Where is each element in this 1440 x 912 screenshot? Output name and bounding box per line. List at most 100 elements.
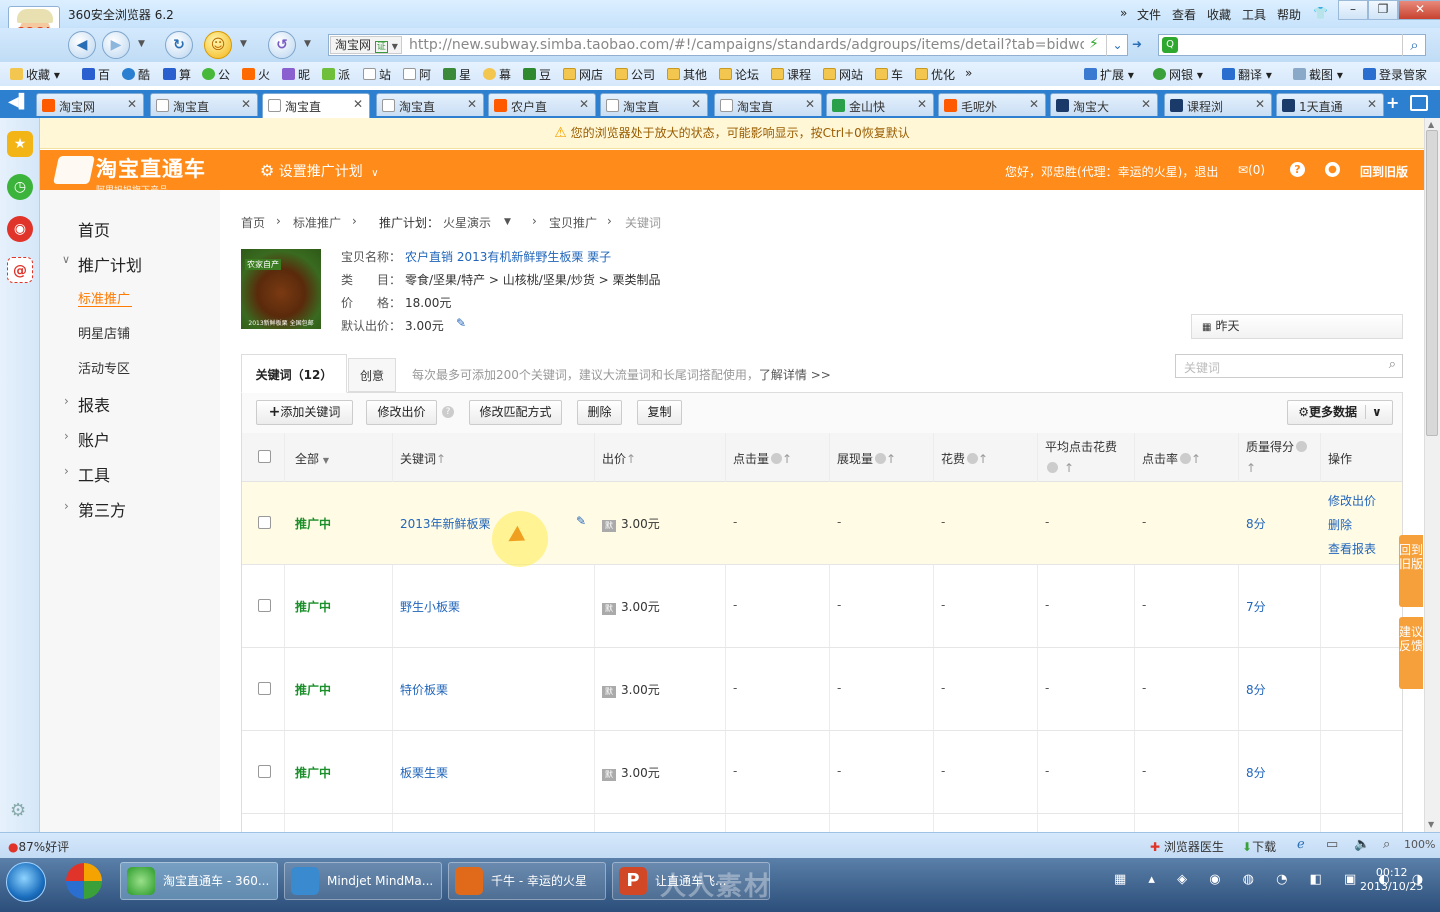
breadcrumb-standard[interactable]: 标准推广 — [293, 214, 341, 231]
tab-2[interactable]: 淘宝直 ✕ — [262, 93, 370, 118]
menu-file[interactable]: 文件 — [1137, 6, 1161, 23]
bookmark-a[interactable]: 阿 — [403, 66, 431, 83]
header-quality[interactable]: 质量得分 — [1246, 438, 1308, 455]
nav-activity[interactable]: 活动专区 — [78, 358, 130, 377]
pinned-app-icon[interactable] — [66, 863, 102, 899]
search-icon[interactable]: ⌕ — [1402, 34, 1426, 56]
favorites-star-icon[interactable]: ★ — [7, 131, 33, 157]
row-checkbox[interactable] — [258, 682, 271, 695]
tab-keywords[interactable]: 关键词（12） — [241, 354, 347, 393]
modify-match-button[interactable]: 修改匹配方式 — [469, 400, 562, 425]
ie-icon[interactable]: ℯ — [1297, 837, 1305, 852]
nav-star-shop[interactable]: 明星店铺 — [78, 323, 130, 342]
nav-standard[interactable]: 标准推广 — [78, 288, 130, 307]
sort-icon[interactable]: ↑ — [1246, 461, 1256, 475]
tab-close-icon[interactable]: ✕ — [127, 97, 137, 111]
sort-icon[interactable]: ↑ — [1064, 461, 1074, 475]
header-impressions[interactable]: 展现量 ↑ — [837, 450, 896, 467]
browser-search-input[interactable] — [1158, 34, 1426, 56]
row-modify-bid-link[interactable]: 修改出价 — [1328, 492, 1376, 509]
user-greeting[interactable]: 您好，邓忠胜(代理：幸运的火星)，退出 — [1005, 163, 1218, 180]
bookmark-favorites[interactable]: 收藏 ▾ — [10, 66, 60, 83]
screenshot-button[interactable]: 截图 ▾ — [1293, 66, 1343, 83]
bookmark-ku[interactable]: 酷 — [122, 66, 150, 83]
tab-close-icon[interactable]: ✕ — [1141, 97, 1151, 111]
menu-view[interactable]: 查看 — [1172, 6, 1196, 23]
row-quality-score[interactable]: 8分 — [1246, 764, 1266, 781]
edit-pencil-icon[interactable]: ✎ — [456, 316, 466, 330]
refresh-icon[interactable]: ↻ — [165, 31, 193, 59]
download-button[interactable]: ⬇下载 — [1242, 838, 1276, 855]
bookmark-mu[interactable]: 幕 — [483, 66, 511, 83]
zoom-icon[interactable]: ⌕ — [1383, 837, 1390, 852]
url-history-dropdown-icon[interactable]: ⌄ — [1106, 34, 1128, 56]
new-tab-icon[interactable]: + — [1386, 93, 1399, 112]
tab-close-icon[interactable]: ✕ — [691, 97, 701, 111]
row-checkbox[interactable] — [258, 765, 271, 778]
tab-10[interactable]: 课程浏 ✕ — [1164, 93, 1272, 116]
restore-button[interactable]: ❐ — [1368, 0, 1398, 20]
header-clicks[interactable]: 点击量 ↑ — [733, 450, 792, 467]
tab-close-icon[interactable]: ✕ — [1255, 97, 1265, 111]
header-avg-cpc[interactable]: 平均点击花费 — [1045, 438, 1117, 455]
bookmark-folder-luntan[interactable]: 论坛 — [719, 66, 759, 83]
task-qianniu[interactable]: 千牛 - 幸运的火星 — [448, 862, 606, 900]
login-manager-button[interactable]: 登录管家 — [1363, 66, 1427, 83]
undo-close-icon[interactable]: ↺ — [268, 31, 296, 59]
breadcrumb-home[interactable]: 首页 — [241, 214, 265, 231]
row-checkbox[interactable] — [258, 599, 271, 612]
ebank-button[interactable]: 网银 ▾ — [1153, 66, 1203, 83]
delete-button[interactable]: 删除 — [577, 400, 622, 425]
nav-third-party[interactable]: 第三方 — [78, 497, 126, 521]
search-engine-icon[interactable]: Q — [1162, 37, 1178, 53]
add-keyword-button[interactable]: +添加关键词 — [256, 400, 353, 425]
forward-icon[interactable]: ▶ — [102, 31, 130, 59]
tab-7[interactable]: 金山快 ✕ — [826, 93, 934, 116]
scrollbar-thumb[interactable] — [1426, 130, 1438, 436]
header-bid[interactable]: 出价↑ — [602, 450, 636, 467]
clock[interactable]: 00:12 2013/10/25 — [1360, 866, 1423, 894]
home-smiley-icon[interactable]: ☺ — [204, 31, 232, 59]
bookmark-folder-qita[interactable]: 其他 — [667, 66, 707, 83]
tab-close-icon[interactable]: ✕ — [579, 97, 589, 111]
row-keyword-link[interactable]: 2013年新鲜板栗 — [400, 515, 491, 532]
tab-close-icon[interactable]: ✕ — [805, 97, 815, 111]
select-all-checkbox[interactable] — [258, 450, 271, 463]
bookmark-suan[interactable]: 算 — [163, 66, 191, 83]
bookmark-huo[interactable]: 火 — [242, 66, 270, 83]
tab-close-icon[interactable]: ✕ — [353, 97, 363, 111]
menu-favorites[interactable]: 收藏 — [1207, 6, 1231, 23]
site-identity-badge[interactable]: 淘宝网 证 ▼ — [330, 36, 402, 54]
window-icon[interactable]: ▭ — [1326, 837, 1338, 852]
help-icon[interactable]: ? — [442, 406, 454, 418]
old-version-link[interactable]: 回到旧版 — [1360, 163, 1408, 180]
header-keyword[interactable]: 关键词↑ — [400, 450, 446, 467]
copy-button[interactable]: 复制 — [637, 400, 682, 425]
tab-close-icon[interactable]: ✕ — [1367, 97, 1377, 111]
speed-mode-icon[interactable]: ⚡ — [1089, 36, 1099, 52]
tab-close-icon[interactable]: ✕ — [1029, 97, 1039, 111]
plan-settings-menu[interactable]: ⚙ 设置推广计划 ∨ — [260, 161, 379, 181]
float-feedback-button[interactable]: 建议反馈 — [1399, 617, 1423, 689]
row-keyword-link[interactable]: 野生小板栗 — [400, 598, 460, 615]
tab-list-icon[interactable] — [1410, 95, 1428, 111]
row-keyword-link[interactable]: 特价板栗 — [400, 681, 448, 698]
mail-button[interactable]: ✉(0) — [1238, 163, 1265, 177]
sidebar-toggle-icon[interactable]: ◀▌ — [8, 94, 30, 110]
row-quality-score[interactable]: 8分 — [1246, 681, 1266, 698]
more-data-button[interactable]: ⚙更多数据 ∨ — [1287, 400, 1393, 425]
nav-account[interactable]: 账户 — [78, 427, 110, 451]
bookmark-folder-kecheng[interactable]: 课程 — [771, 66, 811, 83]
nav-plans[interactable]: 推广计划 — [78, 252, 142, 276]
undo-dropdown-icon[interactable]: ▼ — [304, 39, 311, 49]
menu-expand-icon[interactable]: » — [1120, 6, 1127, 20]
scroll-down-icon[interactable]: ▼ — [1428, 820, 1434, 829]
header-ctr[interactable]: 点击率 ↑ — [1142, 450, 1201, 467]
bookmark-xing[interactable]: 星 — [443, 66, 471, 83]
bookmark-gong[interactable]: 公 — [202, 66, 230, 83]
row-view-report-link[interactable]: 查看报表 — [1328, 540, 1376, 557]
row-bid[interactable]: 默 3.00元 — [602, 764, 660, 781]
minimize-button[interactable]: – — [1338, 0, 1368, 20]
tab-close-icon[interactable]: ✕ — [241, 97, 251, 111]
task-mindjet[interactable]: Mindjet MindMa... — [284, 862, 442, 900]
